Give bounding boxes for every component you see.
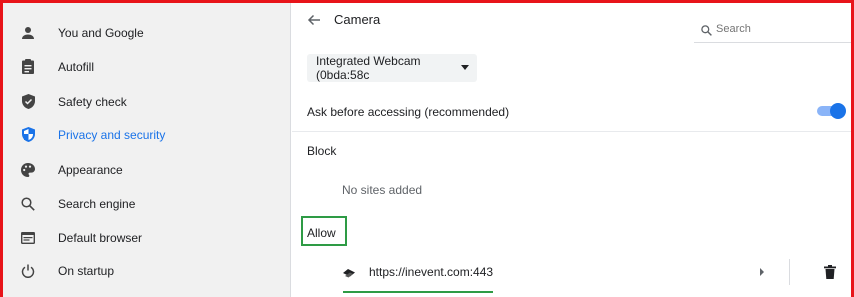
site-favicon-icon (342, 266, 356, 280)
block-empty-text: No sites added (342, 183, 423, 197)
allowed-site-url[interactable]: https://inevent.com:443 (369, 265, 493, 279)
sidebar-item-safety-check[interactable]: Safety check (3, 85, 291, 118)
allowed-site-row[interactable]: https://inevent.com:443 (292, 255, 851, 289)
sidebar-item-label: On startup (58, 263, 115, 278)
ask-before-accessing-label: Ask before accessing (recommended) (307, 105, 510, 119)
back-arrow-icon[interactable] (306, 12, 322, 28)
sidebar-item-search-engine[interactable]: Search engine (3, 187, 291, 220)
browser-icon (20, 230, 36, 246)
palette-icon (20, 162, 36, 178)
sidebar-item-label: Search engine (58, 196, 136, 211)
sidebar-item-on-startup[interactable]: On startup (3, 254, 291, 287)
chevron-down-icon (461, 65, 469, 70)
sidebar-item-privacy-and-security[interactable]: Privacy and security (0, 118, 291, 151)
sidebar-item-label: Autofill (58, 59, 95, 74)
ask-before-accessing-toggle[interactable] (815, 103, 846, 119)
search-icon (20, 196, 36, 212)
sidebar-item-label: Default browser (58, 230, 143, 245)
page-title: Camera (334, 12, 381, 27)
camera-device-value: Integrated Webcam (0bda:58c (316, 54, 421, 82)
toggle-knob (830, 103, 846, 119)
divider (292, 131, 851, 132)
site-highlight-underline (343, 291, 493, 293)
trash-icon[interactable] (824, 265, 838, 279)
search-input[interactable] (716, 21, 836, 37)
sidebar-item-autofill[interactable]: Autofill (3, 50, 291, 83)
shield-icon (20, 127, 36, 143)
shield-check-icon (20, 94, 36, 110)
row-separator (789, 259, 790, 285)
person-icon (20, 25, 36, 41)
camera-device-select[interactable]: Integrated Webcam (0bda:58c (307, 54, 477, 82)
sidebar-item-default-browser[interactable]: Default browser (3, 221, 291, 254)
chevron-right-icon[interactable] (760, 268, 764, 276)
allow-section-title: Allow (307, 226, 336, 240)
sidebar-item-appearance[interactable]: Appearance (3, 153, 291, 186)
sidebar-item-label: You and Google (58, 25, 144, 40)
sidebar-item-you-and-google[interactable]: You and Google (3, 16, 291, 49)
clipboard-icon (20, 59, 36, 75)
camera-settings-panel: Camera Integrated Webcam (0bda:58c Ask b… (292, 3, 851, 297)
settings-sidebar: You and Google Autofill Safety check Pri… (0, 3, 291, 297)
settings-search (694, 3, 851, 43)
sidebar-item-label: Privacy and security (58, 127, 166, 142)
sidebar-item-label: Safety check (58, 94, 127, 109)
search-icon (701, 25, 712, 39)
sidebar-item-label: Appearance (58, 162, 123, 177)
block-section-title: Block (307, 144, 337, 158)
power-icon (20, 263, 36, 279)
